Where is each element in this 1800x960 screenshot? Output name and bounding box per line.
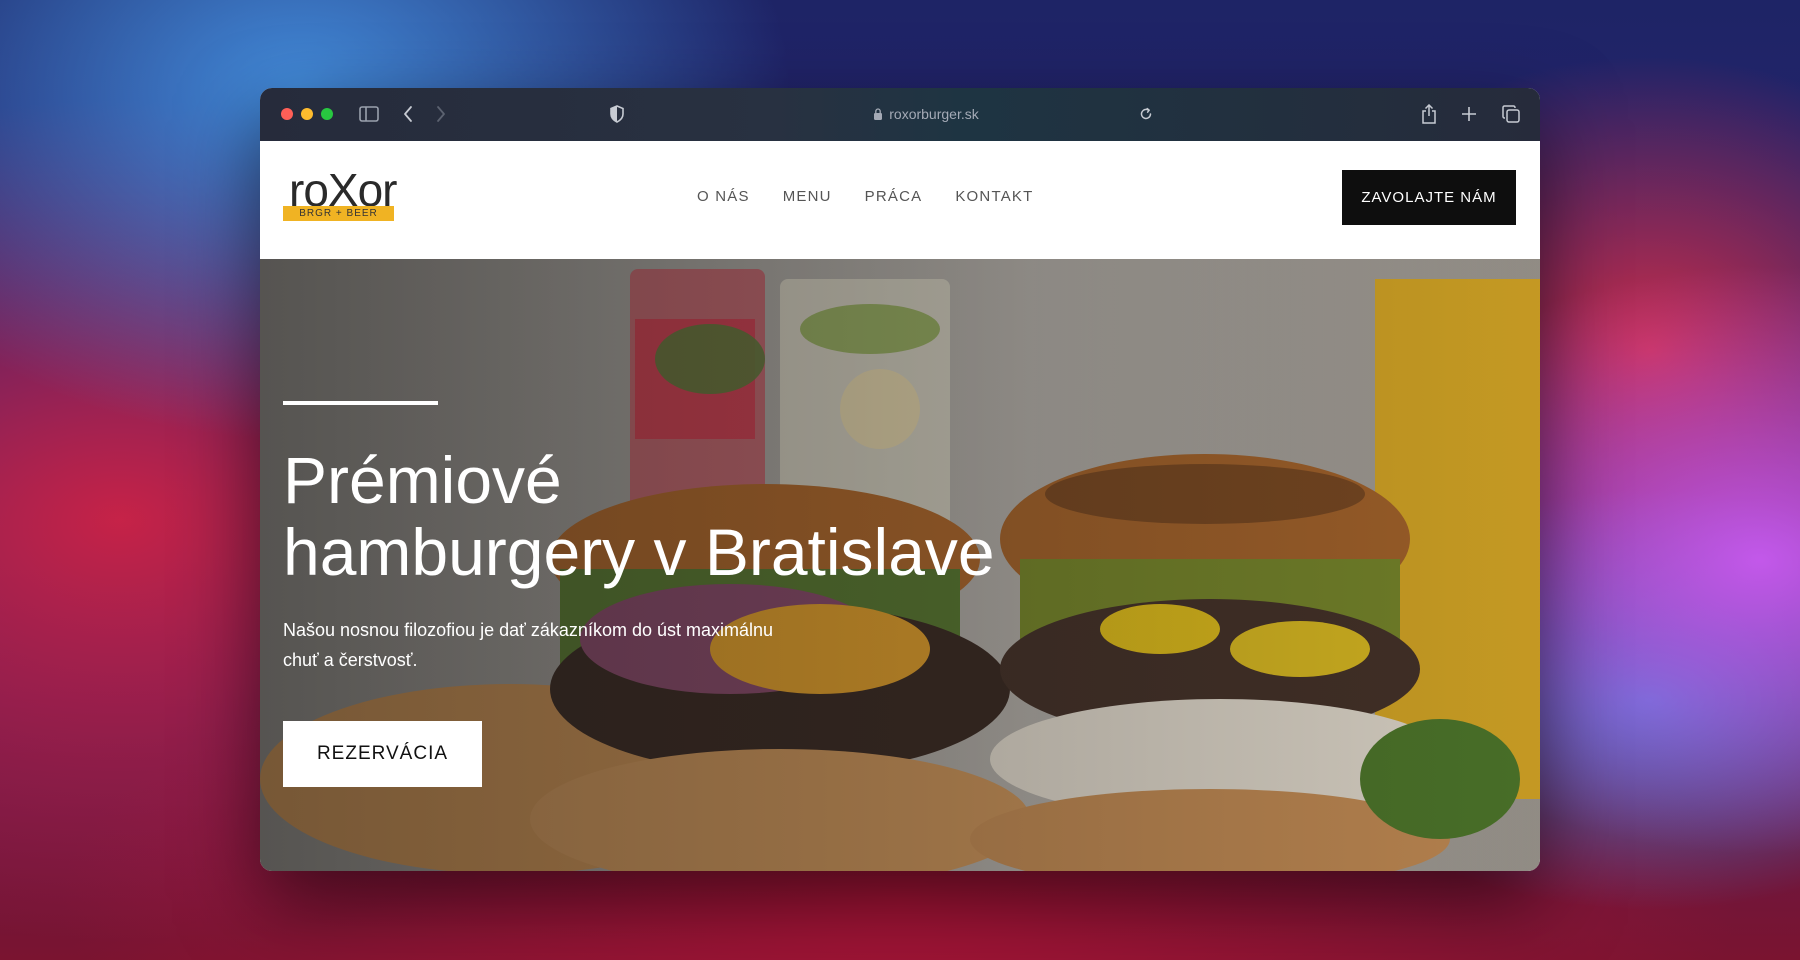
minimize-window-button[interactable] [301, 108, 313, 120]
nav-item-praca[interactable]: PRÁCA [865, 188, 923, 205]
logo[interactable]: roXor BRGR + BEER [283, 165, 397, 227]
privacy-shield-icon[interactable] [608, 102, 626, 126]
site-header: roXor BRGR + BEER O NÁS MENU PRÁCA KONTA… [260, 141, 1540, 259]
close-window-button[interactable] [281, 108, 293, 120]
forward-icon[interactable] [433, 102, 449, 126]
address-bar[interactable]: roxorburger.sk [846, 102, 1006, 126]
hero-accent-line [283, 401, 438, 405]
share-icon[interactable] [1420, 102, 1438, 126]
hero-subtitle-line-1: Našou nosnou filozofiou je dať zákazníko… [283, 620, 774, 640]
lock-icon [874, 108, 883, 120]
nav-item-kontakt[interactable]: KONTAKT [955, 188, 1033, 205]
sidebar-toggle-icon[interactable] [358, 102, 380, 126]
main-nav: O NÁS MENU PRÁCA KONTAKT [697, 188, 1033, 205]
reservation-button[interactable]: REZERVÁCIA [283, 721, 482, 787]
hero-title-line-1: Prémiové [283, 443, 562, 517]
browser-window: roxorburger.sk roXor BRGR + BEER O NÁS M… [260, 88, 1540, 871]
maximize-window-button[interactable] [321, 108, 333, 120]
tab-overview-icon[interactable] [1501, 102, 1521, 126]
nav-item-o-nas[interactable]: O NÁS [697, 188, 750, 205]
back-icon[interactable] [400, 102, 416, 126]
website: roXor BRGR + BEER O NÁS MENU PRÁCA KONTA… [260, 141, 1540, 871]
logo-tagline: BRGR + BEER [283, 206, 394, 221]
new-tab-icon[interactable] [1460, 102, 1478, 126]
reload-icon[interactable] [1138, 102, 1154, 126]
url-text: roxorburger.sk [889, 106, 979, 122]
nav-item-menu[interactable]: MENU [783, 188, 832, 205]
hero-section: Prémiové hamburgery v Bratislave Našou n… [260, 259, 1540, 871]
hero-subtitle: Našou nosnou filozofiou je dať zákazníko… [283, 615, 803, 675]
call-us-button[interactable]: ZAVOLAJTE NÁM [1342, 170, 1516, 225]
browser-toolbar: roxorburger.sk [260, 88, 1540, 141]
hero-title: Prémiové hamburgery v Bratislave [283, 444, 1183, 588]
hero-subtitle-line-2: chuť a čerstvosť. [283, 650, 418, 670]
hero-title-line-2: hamburgery v Bratislave [283, 515, 995, 589]
desktop: { "browser": { "url": "roxorburger.sk" }… [0, 0, 1800, 960]
